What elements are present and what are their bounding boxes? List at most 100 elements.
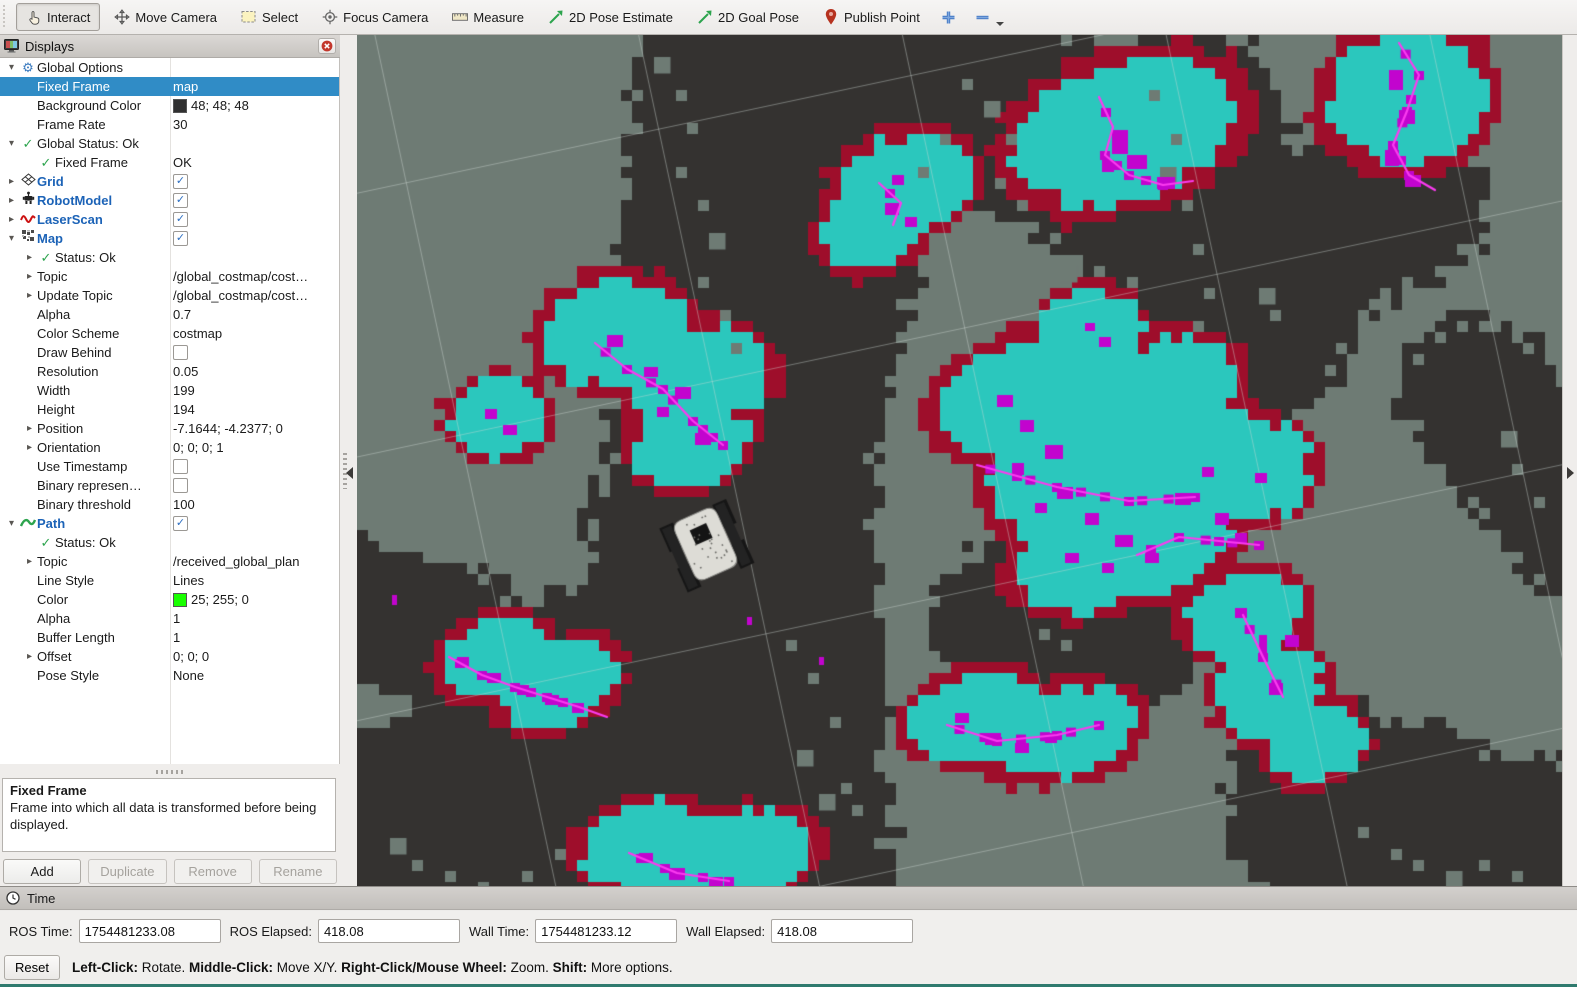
property-value[interactable]: ✓ — [173, 210, 188, 229]
property-value[interactable]: 25; 255; 0 — [173, 590, 249, 609]
close-icon[interactable] — [318, 38, 336, 54]
checkbox-checked-icon[interactable]: ✓ — [173, 193, 188, 208]
display-row-grid[interactable]: ▸Grid✓ — [0, 172, 339, 191]
property-value[interactable]: 30 — [173, 115, 187, 134]
property-value[interactable]: /received_global_plan — [173, 552, 299, 571]
property-value[interactable] — [173, 457, 188, 476]
ros-elapsed-input[interactable] — [318, 919, 460, 943]
costmap-3d-view[interactable] — [357, 35, 1562, 886]
property-value[interactable] — [173, 343, 188, 362]
right-panel-strip[interactable] — [1562, 35, 1577, 886]
display-row-map-color-scheme[interactable]: Color Schemecostmap — [0, 324, 339, 343]
display-row-map-use-timestamp[interactable]: Use Timestamp — [0, 457, 339, 476]
display-row-path-offset[interactable]: ▸Offset0; 0; 0 — [0, 647, 339, 666]
tree-splitter-handle[interactable] — [0, 766, 339, 778]
checkbox-unchecked-icon[interactable] — [173, 459, 188, 474]
collapse-right-icon[interactable] — [1567, 467, 1574, 479]
expander-closed-icon[interactable]: ▸ — [22, 248, 37, 267]
expander-closed-icon[interactable]: ▸ — [4, 210, 19, 229]
display-row-map[interactable]: ▾Map✓ — [0, 229, 339, 248]
wall-elapsed-input[interactable] — [771, 919, 913, 943]
expander-open-icon[interactable]: ▾ — [4, 134, 19, 153]
display-row-map-height[interactable]: Height194 — [0, 400, 339, 419]
property-value[interactable]: Lines — [173, 571, 204, 590]
expander-closed-icon[interactable]: ▸ — [22, 267, 37, 286]
display-row-map-draw-behind[interactable]: Draw Behind — [0, 343, 339, 362]
display-row-path-pose-style[interactable]: Pose StyleNone — [0, 666, 339, 685]
checkbox-checked-icon[interactable]: ✓ — [173, 516, 188, 531]
rename-button[interactable]: Rename — [259, 859, 337, 884]
display-row-map-topic[interactable]: ▸Topic/global_costmap/cost… — [0, 267, 339, 286]
remove-button[interactable]: Remove — [174, 859, 252, 884]
property-value[interactable]: ✓ — [173, 229, 188, 248]
display-row-frame-rate[interactable]: Frame Rate30 — [0, 115, 339, 134]
property-value[interactable]: 48; 48; 48 — [173, 96, 249, 115]
property-value[interactable]: 0; 0; 0; 1 — [173, 438, 224, 457]
display-row-map-update-topic[interactable]: ▸Update Topic/global_costmap/cost… — [0, 286, 339, 305]
display-row-fixed-frame[interactable]: Fixed Framemap — [0, 77, 339, 96]
display-row-path-color[interactable]: Color25; 255; 0 — [0, 590, 339, 609]
wall-time-input[interactable] — [535, 919, 677, 943]
expander-closed-icon[interactable]: ▸ — [22, 438, 37, 457]
expander-open-icon[interactable]: ▾ — [4, 229, 19, 248]
expander-closed-icon[interactable]: ▸ — [22, 647, 37, 666]
toolbar-button-measure[interactable]: Measure — [442, 3, 534, 31]
toolbar-button-move-camera[interactable]: Move Camera — [104, 3, 227, 31]
checkbox-checked-icon[interactable]: ✓ — [173, 212, 188, 227]
display-row-global-options[interactable]: ▾⚙Global Options — [0, 58, 339, 77]
property-value[interactable]: 0.7 — [173, 305, 191, 324]
toolbar-button-2d-pose-estimate[interactable]: 2D Pose Estimate — [538, 3, 683, 31]
toolbar-button-2d-goal-pose[interactable]: 2D Goal Pose — [687, 3, 809, 31]
property-value[interactable]: 1 — [173, 609, 180, 628]
display-row-map-orientation[interactable]: ▸Orientation0; 0; 0; 1 — [0, 438, 339, 457]
checkbox-unchecked-icon[interactable] — [173, 478, 188, 493]
display-row-laserscan[interactable]: ▸LaserScan✓ — [0, 210, 339, 229]
checkbox-unchecked-icon[interactable] — [173, 345, 188, 360]
display-row-path-line-style[interactable]: Line StyleLines — [0, 571, 339, 590]
property-value[interactable]: /global_costmap/cost… — [173, 286, 308, 305]
expander-closed-icon[interactable]: ▸ — [4, 191, 19, 210]
ros-time-input[interactable] — [79, 919, 221, 943]
expander-closed-icon[interactable]: ▸ — [22, 419, 37, 438]
reset-button[interactable]: Reset — [4, 955, 60, 980]
display-row-path-topic[interactable]: ▸Topic/received_global_plan — [0, 552, 339, 571]
display-row-map-width[interactable]: Width199 — [0, 381, 339, 400]
display-row-path-buffer-length[interactable]: Buffer Length1 — [0, 628, 339, 647]
property-value[interactable]: 199 — [173, 381, 195, 400]
expander-open-icon[interactable]: ▾ — [4, 514, 19, 533]
property-value[interactable]: ✓ — [173, 514, 188, 533]
toolbar-button-remove-tool[interactable] — [968, 3, 998, 31]
render-viewport[interactable] — [357, 35, 1562, 886]
property-value[interactable] — [173, 476, 188, 495]
toolbar-button-select[interactable]: Select — [231, 3, 308, 31]
expander-closed-icon[interactable]: ▸ — [22, 286, 37, 305]
tool-dropdown-arrow-icon[interactable] — [996, 22, 1004, 26]
toolbar-button-interact[interactable]: Interact — [16, 3, 100, 31]
toolbar-button-publish-point[interactable]: Publish Point — [813, 3, 930, 31]
property-value[interactable]: 0.05 — [173, 362, 198, 381]
display-row-robotmodel[interactable]: ▸RobotModel✓ — [0, 191, 339, 210]
display-row-map-binary-threshold[interactable]: Binary threshold100 — [0, 495, 339, 514]
property-value[interactable]: OK — [173, 153, 192, 172]
property-value[interactable]: None — [173, 666, 204, 685]
add-button[interactable]: Add — [3, 859, 81, 884]
property-value[interactable]: -7.1644; -4.2377; 0 — [173, 419, 283, 438]
display-row-map-status[interactable]: ▸✓Status: Ok — [0, 248, 339, 267]
expander-closed-icon[interactable]: ▸ — [22, 552, 37, 571]
display-row-path[interactable]: ▾Path✓ — [0, 514, 339, 533]
checkbox-checked-icon[interactable]: ✓ — [173, 231, 188, 246]
display-row-map-position[interactable]: ▸Position-7.1644; -4.2377; 0 — [0, 419, 339, 438]
toolbar-button-add-tool[interactable] — [934, 3, 964, 31]
expander-closed-icon[interactable]: ▸ — [4, 172, 19, 191]
duplicate-button[interactable]: Duplicate — [88, 859, 166, 884]
toolbar-button-focus-camera[interactable]: Focus Camera — [312, 3, 438, 31]
property-value[interactable]: 194 — [173, 400, 195, 419]
property-value[interactable]: map — [173, 77, 198, 96]
toolbar-grip[interactable] — [2, 5, 11, 29]
display-row-path-status[interactable]: ✓Status: Ok — [0, 533, 339, 552]
display-row-status-fixed-frame[interactable]: ✓Fixed FrameOK — [0, 153, 339, 172]
display-row-path-alpha[interactable]: Alpha1 — [0, 609, 339, 628]
display-row-background-color[interactable]: Background Color48; 48; 48 — [0, 96, 339, 115]
checkbox-checked-icon[interactable]: ✓ — [173, 174, 188, 189]
display-row-map-binary-representation[interactable]: Binary represen… — [0, 476, 339, 495]
